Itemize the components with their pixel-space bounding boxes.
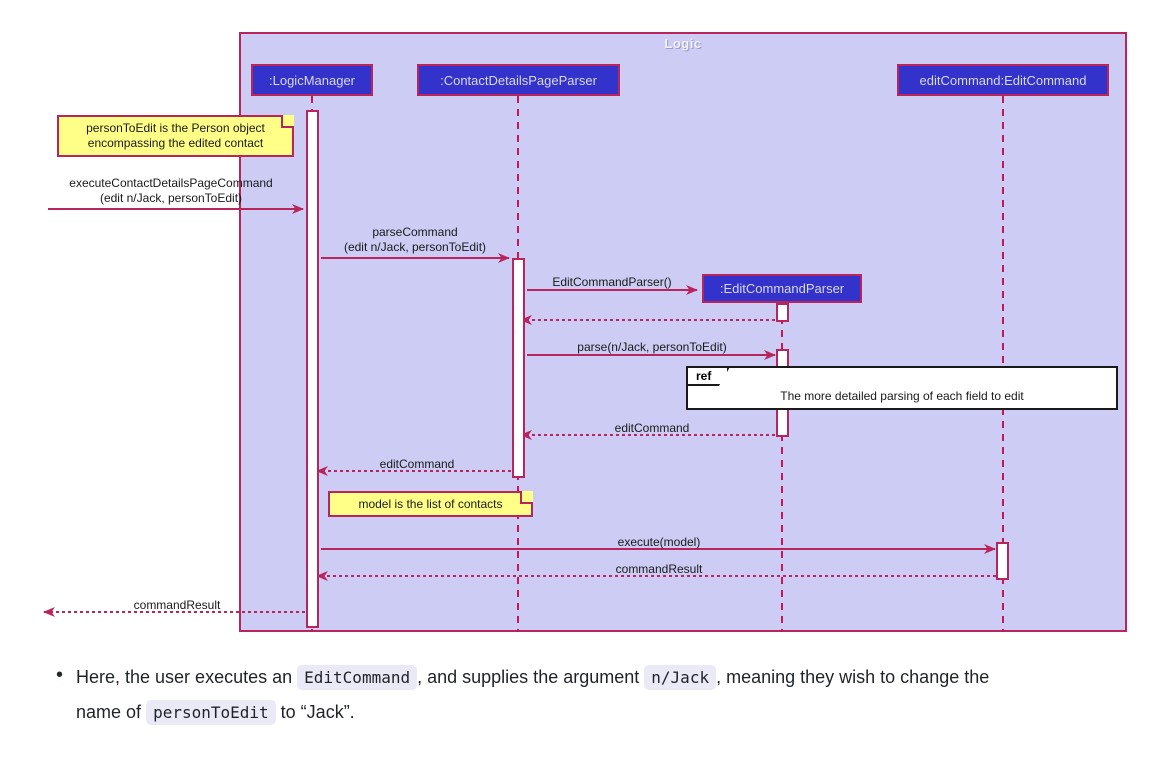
bullet-list-item: • Here, the user executes an EditCommand… bbox=[56, 660, 1097, 730]
ref-fragment-body: The more detailed parsing of each field … bbox=[780, 389, 1024, 403]
label-line-1: executeContactDetailsPageCommand bbox=[69, 176, 273, 190]
label-execute-contact-details-page-command: executeContactDetailsPageCommand (edit n… bbox=[36, 176, 306, 206]
label-return-edit-command-outer: editCommand bbox=[322, 457, 512, 472]
participant-edit-command-parser[interactable]: :EditCommandParser bbox=[702, 274, 862, 303]
diagram-vector-layer bbox=[43, 96, 1004, 632]
sequence-diagram: Logic:LogicManager:ContactDetailsPageP… bbox=[0, 0, 1153, 648]
lifelines bbox=[311, 96, 1004, 632]
participant-edit-command[interactable]: editCommand:EditCommand bbox=[897, 64, 1109, 96]
caption-section: • Here, the user executes an EditCommand… bbox=[0, 648, 1153, 757]
ref-fragment: ref The more detailed parsing of each fi… bbox=[686, 366, 1118, 410]
label-parse-command: parseCommand (edit n/Jack, personToEdit) bbox=[320, 225, 510, 255]
caption-part-1: Here, the user executes an bbox=[76, 667, 293, 687]
label-line-1: editCommand bbox=[614, 421, 690, 435]
activation-contact-details-page-parser bbox=[512, 258, 525, 478]
label-line-1: parseCommand bbox=[372, 225, 458, 239]
participant-logic-manager[interactable]: :LogicManager bbox=[251, 64, 373, 96]
participant-label: :EditCommandParser bbox=[719, 281, 845, 296]
note-line-1: personToEdit is the Person object bbox=[86, 121, 265, 135]
label-line-1: parse(n/Jack, personToEdit) bbox=[577, 340, 727, 354]
note-line-1: model is the list of contacts bbox=[358, 496, 503, 511]
caption-part-2: , and supplies the argument bbox=[417, 667, 640, 687]
label-line-2: (edit n/Jack, personToEdit) bbox=[343, 240, 487, 254]
note-person-to-edit: personToEdit is the Person object encomp… bbox=[57, 115, 294, 157]
bullet-text: Here, the user executes an EditCommand, … bbox=[76, 660, 1006, 730]
label-line-1: execute(model) bbox=[617, 535, 701, 549]
caption-part-4: to “Jack”. bbox=[280, 702, 355, 722]
label-execute-model: execute(model) bbox=[322, 535, 996, 550]
label-create-edit-command-parser: EditCommandParser() bbox=[528, 275, 696, 290]
participant-label: editCommand:EditCommand bbox=[919, 72, 1087, 88]
label-line-1: editCommand bbox=[379, 457, 455, 471]
label-return-command-result-inner: commandResult bbox=[322, 562, 996, 577]
bullet-marker: • bbox=[56, 664, 64, 686]
activation-edit-command bbox=[996, 542, 1009, 580]
label-line-1: EditCommandParser() bbox=[552, 275, 672, 289]
code-edit-command: EditCommand bbox=[297, 665, 418, 690]
label-line-1: commandResult bbox=[133, 598, 221, 612]
activation-edit-command-parser-create bbox=[776, 303, 789, 322]
note-fold-corner-icon bbox=[281, 115, 294, 128]
label-line-2: (edit n/Jack, personToEdit) bbox=[99, 191, 243, 205]
page-root: Logic:LogicManager:ContactDetailsPageP… bbox=[0, 0, 1153, 757]
participant-contact-details-page-parser[interactable]: :ContactDetailsPageParser bbox=[417, 64, 620, 96]
label-parse: parse(n/Jack, personToEdit) bbox=[530, 340, 774, 355]
activation-logic-manager bbox=[306, 110, 319, 628]
participant-label: :LogicManager bbox=[269, 72, 355, 88]
label-line-1: commandResult bbox=[615, 562, 703, 576]
note-model: model is the list of contacts bbox=[328, 491, 533, 517]
code-n-jack: n/Jack bbox=[644, 665, 717, 690]
note-line-2: encompassing the edited contact bbox=[87, 136, 264, 150]
label-return-command-result-outer: commandResult bbox=[48, 598, 306, 613]
participant-label: :ContactDetailsPageParser bbox=[440, 72, 597, 88]
note-fold-corner-icon bbox=[520, 491, 533, 504]
label-return-edit-command-inner: editCommand bbox=[530, 421, 774, 436]
code-person-to-edit: personToEdit bbox=[146, 700, 276, 725]
